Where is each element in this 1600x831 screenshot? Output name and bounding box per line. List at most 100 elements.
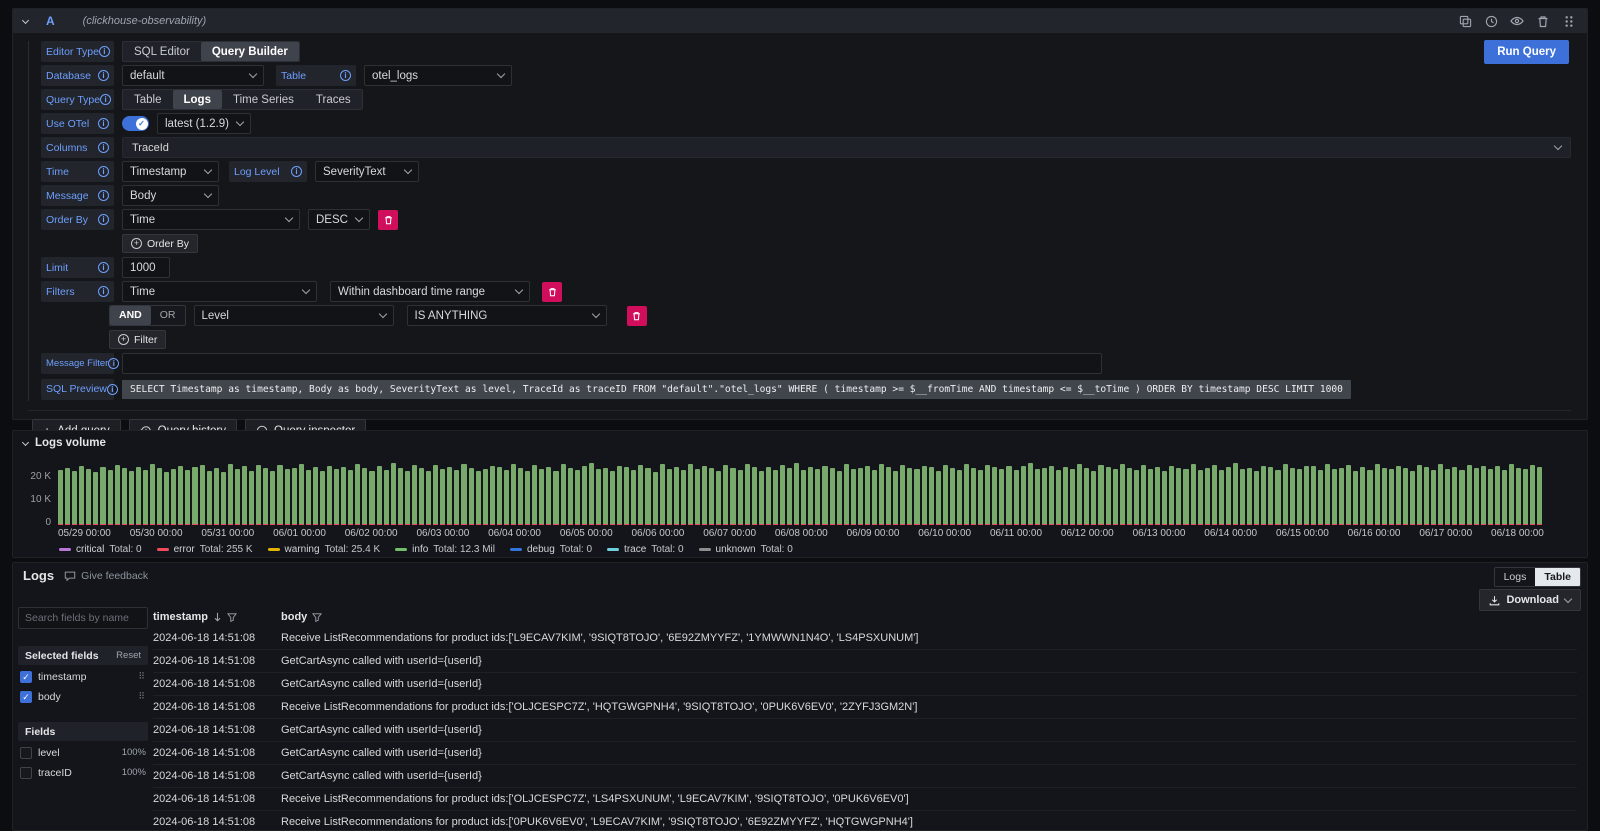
give-feedback-link[interactable]: Give feedback bbox=[64, 570, 148, 582]
hide-response-icon[interactable] bbox=[1509, 13, 1525, 29]
add-filter-button[interactable]: + Filter bbox=[109, 330, 166, 349]
reset-fields-button[interactable]: Reset bbox=[116, 650, 141, 661]
tab-logs[interactable]: Logs bbox=[173, 90, 222, 109]
cell-body: GetCartAsync called with userId={userId} bbox=[281, 678, 1577, 690]
checkbox-checked[interactable]: ✓ bbox=[20, 671, 32, 683]
info-icon[interactable]: i bbox=[98, 214, 109, 225]
checkbox-checked[interactable]: ✓ bbox=[20, 691, 32, 703]
info-icon[interactable]: i bbox=[98, 190, 109, 201]
column-header-timestamp[interactable]: timestamp bbox=[153, 611, 281, 623]
error-segment bbox=[575, 524, 580, 526]
selected-field-timestamp[interactable]: ✓timestamp⠿ bbox=[18, 668, 148, 685]
field-level[interactable]: level100% bbox=[18, 744, 148, 761]
use-otel-toggle[interactable]: ✓ bbox=[122, 116, 149, 131]
message-filter-input[interactable] bbox=[122, 353, 1102, 374]
legend-item-warning[interactable]: warningTotal: 25.4 K bbox=[268, 544, 381, 555]
column-header-body[interactable]: body bbox=[281, 611, 322, 623]
filter-icon[interactable] bbox=[227, 613, 237, 622]
table-row[interactable]: 2024-06-18 14:51:08GetCartAsync called w… bbox=[153, 650, 1577, 673]
comment-icon bbox=[64, 570, 76, 582]
error-segment bbox=[1481, 524, 1486, 526]
add-order-by-button[interactable]: + Order By bbox=[122, 234, 198, 253]
tab-traces[interactable]: Traces bbox=[305, 90, 362, 109]
limit-input[interactable] bbox=[122, 257, 170, 278]
info-icon[interactable]: i bbox=[98, 70, 109, 81]
drag-handle-icon[interactable] bbox=[1561, 13, 1577, 29]
drag-handle-icon[interactable]: ⠿ bbox=[138, 671, 146, 682]
order-by-field-select[interactable]: Time bbox=[122, 209, 300, 230]
legend-item-debug[interactable]: debugTotal: 0 bbox=[510, 544, 592, 555]
view-option-table[interactable]: Table bbox=[1535, 568, 1580, 586]
info-icon[interactable]: i bbox=[98, 142, 109, 153]
volume-bar bbox=[150, 464, 155, 525]
or-option[interactable]: OR bbox=[151, 306, 185, 325]
tab-time-series[interactable]: Time Series bbox=[222, 90, 305, 109]
tab-query-builder[interactable]: Query Builder bbox=[201, 42, 299, 61]
remove-filter2-button[interactable] bbox=[627, 306, 647, 326]
logs-volume-chart[interactable] bbox=[58, 459, 1544, 525]
table-row[interactable]: 2024-06-18 14:51:08Receive ListRecommend… bbox=[153, 696, 1577, 719]
database-select[interactable]: default bbox=[122, 65, 264, 86]
legend-item-error[interactable]: errorTotal: 255 K bbox=[157, 544, 253, 555]
info-icon[interactable]: i bbox=[98, 166, 109, 177]
info-icon[interactable]: i bbox=[100, 94, 111, 105]
legend-item-unknown[interactable]: unknownTotal: 0 bbox=[699, 544, 793, 555]
run-query-button[interactable]: Run Query bbox=[1484, 40, 1569, 64]
filter-icon[interactable] bbox=[312, 613, 322, 622]
info-icon[interactable]: i bbox=[98, 286, 109, 297]
table-select[interactable]: otel_logs bbox=[364, 65, 512, 86]
field-label-columns: Columnsi bbox=[41, 137, 114, 158]
table-row[interactable]: 2024-06-18 14:51:08Receive ListRecommend… bbox=[153, 788, 1577, 811]
filter1-operator-select[interactable]: Within dashboard time range bbox=[330, 281, 530, 302]
info-icon[interactable]: i bbox=[99, 46, 110, 57]
duplicate-query-icon[interactable] bbox=[1457, 13, 1473, 29]
order-direction-select[interactable]: DESC bbox=[308, 209, 370, 230]
collapse-query-icon[interactable] bbox=[22, 16, 29, 23]
table-row[interactable]: 2024-06-18 14:51:08GetCartAsync called w… bbox=[153, 765, 1577, 788]
info-icon[interactable]: i bbox=[98, 262, 109, 273]
table-row[interactable]: 2024-06-18 14:51:08Receive ListRecommend… bbox=[153, 811, 1577, 830]
and-option[interactable]: AND bbox=[110, 306, 151, 325]
collapse-panel-icon[interactable] bbox=[22, 438, 29, 445]
row-time-loglevel: Timei Timestamp Log Leveli SeverityText bbox=[41, 161, 1571, 182]
remove-query-icon[interactable] bbox=[1535, 13, 1551, 29]
checkbox-unchecked[interactable] bbox=[20, 747, 32, 759]
table-row[interactable]: 2024-06-18 14:51:08Receive ListRecommend… bbox=[153, 627, 1577, 650]
search-fields-input[interactable] bbox=[18, 607, 148, 629]
volume-bar bbox=[872, 470, 877, 525]
filter2-operator-select[interactable]: IS ANYTHING bbox=[407, 305, 607, 326]
remove-filter1-button[interactable] bbox=[542, 282, 562, 302]
otel-version-select[interactable]: latest (1.2.9) bbox=[157, 113, 251, 134]
log-level-column-select[interactable]: SeverityText bbox=[315, 161, 419, 182]
field-traceID[interactable]: traceID100% bbox=[18, 764, 148, 781]
legend-item-info[interactable]: infoTotal: 12.3 Mil bbox=[395, 544, 495, 555]
time-column-select[interactable]: Timestamp bbox=[122, 161, 219, 182]
selected-field-body[interactable]: ✓body⠿ bbox=[18, 688, 148, 705]
table-row[interactable]: 2024-06-18 14:51:08GetCartAsync called w… bbox=[153, 673, 1577, 696]
volume-bar bbox=[1127, 468, 1132, 525]
drag-handle-icon[interactable]: ⠿ bbox=[138, 691, 146, 702]
checkbox-unchecked[interactable] bbox=[20, 767, 32, 779]
info-icon[interactable]: i bbox=[107, 384, 118, 395]
info-icon[interactable]: i bbox=[98, 118, 109, 129]
tab-sql-editor[interactable]: SQL Editor bbox=[123, 42, 201, 61]
filter2-field-select[interactable]: Level bbox=[194, 305, 394, 326]
info-icon[interactable]: i bbox=[108, 358, 119, 369]
table-row[interactable]: 2024-06-18 14:51:08GetCartAsync called w… bbox=[153, 742, 1577, 765]
info-icon[interactable]: i bbox=[340, 70, 351, 81]
query-history-icon[interactable] bbox=[1483, 13, 1499, 29]
message-column-select[interactable]: Body bbox=[122, 185, 219, 206]
filter1-field-select[interactable]: Time bbox=[122, 281, 317, 302]
columns-multiselect[interactable]: TraceId bbox=[122, 137, 1571, 158]
table-row[interactable]: 2024-06-18 14:51:08GetCartAsync called w… bbox=[153, 719, 1577, 742]
sort-desc-icon[interactable] bbox=[213, 612, 222, 622]
legend-item-trace[interactable]: traceTotal: 0 bbox=[607, 544, 683, 555]
remove-order-by-button[interactable] bbox=[378, 210, 398, 230]
legend-item-critical[interactable]: criticalTotal: 0 bbox=[59, 544, 142, 555]
logs-volume-header[interactable]: Logs volume bbox=[13, 431, 1587, 449]
info-icon[interactable]: i bbox=[291, 166, 302, 177]
chevron-down-icon bbox=[204, 166, 212, 174]
tab-table[interactable]: Table bbox=[123, 90, 173, 109]
volume-bar bbox=[483, 469, 488, 525]
view-option-logs[interactable]: Logs bbox=[1495, 568, 1536, 586]
